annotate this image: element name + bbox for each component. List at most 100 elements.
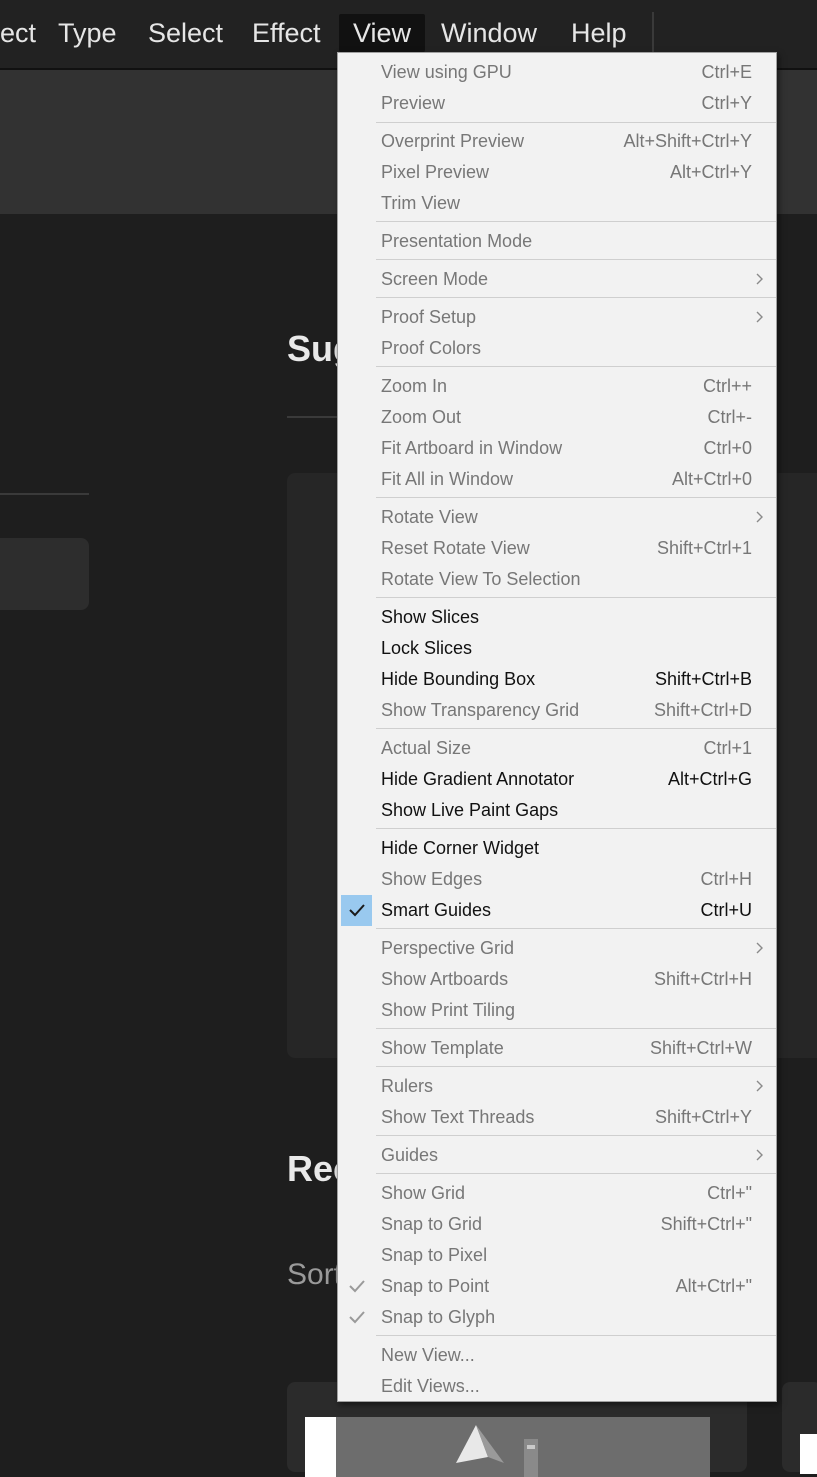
menu-item-show-transparency-grid[interactable]: Show Transparency Grid Shift+Ctrl+D (338, 695, 776, 726)
menu-item-fit-all-in-window[interactable]: Fit All in Window Alt+Ctrl+0 (338, 464, 776, 495)
menu-item-hide-bounding-box[interactable]: Hide Bounding Box Shift+Ctrl+B (338, 664, 776, 695)
menu-item-fit-artboard-in-window[interactable]: Fit Artboard in Window Ctrl+0 (338, 433, 776, 464)
menu-object[interactable]: ect (0, 14, 50, 52)
menu-item-shortcut: Ctrl+- (707, 407, 753, 427)
menu-item-smart-guides[interactable]: Smart Guides Ctrl+U (338, 895, 776, 926)
menu-item-show-grid[interactable]: Show Grid Ctrl+" (338, 1178, 776, 1209)
menu-item-label: Reset Rotate View (381, 538, 530, 558)
menu-item-show-edges[interactable]: Show Edges Ctrl+H (338, 864, 776, 895)
menu-effect[interactable]: Effect (238, 14, 335, 52)
menu-item-rulers[interactable]: Rulers (338, 1071, 776, 1102)
menu-type[interactable]: Type (44, 14, 131, 52)
menu-help[interactable]: Help (557, 14, 641, 52)
menu-separator (376, 497, 776, 498)
menu-item-shortcut: Shift+Ctrl+H (653, 969, 752, 989)
menu-separator (376, 366, 776, 367)
menu-item-actual-size[interactable]: Actual Size Ctrl+1 (338, 733, 776, 764)
menu-item-shortcut: Ctrl+H (700, 869, 752, 889)
menu-item-label: Snap to Point (381, 1276, 490, 1296)
menu-item-label: Hide Corner Widget (381, 838, 540, 858)
menu-item-label: Presentation Mode (381, 231, 533, 251)
menu-item-label: View using GPU (381, 62, 512, 82)
menu-separator (376, 728, 776, 729)
search-box[interactable] (0, 538, 89, 610)
menu-item-label: Show Transparency Grid (381, 700, 580, 720)
menu-item-show-artboards[interactable]: Show Artboards Shift+Ctrl+H (338, 964, 776, 995)
menu-item-shortcut: Shift+Ctrl+1 (656, 538, 752, 558)
menu-item-show-text-threads[interactable]: Show Text Threads Shift+Ctrl+Y (338, 1102, 776, 1133)
menu-item-pixel-preview[interactable]: Pixel Preview Alt+Ctrl+Y (338, 157, 776, 188)
sort-label[interactable]: Sort (287, 1258, 342, 1292)
menu-item-label: Preview (381, 93, 446, 113)
menu-separator (376, 597, 776, 598)
menu-item-label: Fit All in Window (381, 469, 514, 489)
menu-item-zoom-in[interactable]: Zoom In Ctrl++ (338, 371, 776, 402)
menu-item-snap-to-grid[interactable]: Snap to Grid Shift+Ctrl+" (338, 1209, 776, 1240)
menu-item-proof-setup[interactable]: Proof Setup (338, 302, 776, 333)
menu-separator (376, 1028, 776, 1029)
menu-item-snap-to-glyph[interactable]: Snap to Glyph (338, 1302, 776, 1333)
menu-select[interactable]: Select (134, 14, 237, 52)
menu-item-label: Lock Slices (381, 638, 473, 658)
menu-item-overprint-preview[interactable]: Overprint Preview Alt+Shift+Ctrl+Y (338, 126, 776, 157)
menu-item-label: Guides (381, 1145, 439, 1165)
menu-separator (376, 1135, 776, 1136)
menu-separator (376, 297, 776, 298)
menu-item-show-print-tiling[interactable]: Show Print Tiling (338, 995, 776, 1026)
menu-item-snap-to-pixel[interactable]: Snap to Pixel (338, 1240, 776, 1271)
menu-separator (376, 221, 776, 222)
menu-item-proof-colors[interactable]: Proof Colors (338, 333, 776, 364)
menu-item-label: Show Artboards (381, 969, 509, 989)
menu-item-edit-views[interactable]: Edit Views... (338, 1371, 776, 1402)
menu-item-label: Fit Artboard in Window (381, 438, 563, 458)
menu-item-shortcut: Alt+Shift+Ctrl+Y (623, 131, 752, 151)
menu-item-trim-view[interactable]: Trim View (338, 188, 776, 219)
menu-item-label: Rotate View (381, 507, 478, 527)
menu-item-guides[interactable]: Guides (338, 1140, 776, 1171)
menu-item-presentation-mode[interactable]: Presentation Mode (338, 226, 776, 257)
chevron-right-icon (752, 272, 766, 286)
menu-item-reset-rotate-view[interactable]: Reset Rotate View Shift+Ctrl+1 (338, 533, 776, 564)
menu-item-zoom-out[interactable]: Zoom Out Ctrl+- (338, 402, 776, 433)
menu-item-lock-slices[interactable]: Lock Slices (338, 633, 776, 664)
menu-item-show-template[interactable]: Show Template Shift+Ctrl+W (338, 1033, 776, 1064)
menu-item-perspective-grid[interactable]: Perspective Grid (338, 933, 776, 964)
menu-item-shortcut: Ctrl+1 (703, 738, 752, 758)
menu-separator (376, 122, 776, 123)
menu-separator (376, 259, 776, 260)
menu-item-shortcut: Ctrl+Y (701, 93, 752, 113)
menu-item-label: Show Text Threads (381, 1107, 535, 1127)
menu-item-label: Actual Size (381, 738, 472, 758)
menu-view[interactable]: View (339, 14, 425, 52)
menu-item-shortcut: Alt+Ctrl+" (675, 1276, 752, 1296)
menu-item-screen-mode[interactable]: Screen Mode (338, 264, 776, 295)
menu-item-preview[interactable]: Preview Ctrl+Y (338, 88, 776, 119)
menu-item-shortcut: Alt+Ctrl+Y (669, 162, 752, 182)
menu-item-hide-corner-widget[interactable]: Hide Corner Widget (338, 833, 776, 864)
menu-item-label: Snap to Grid (381, 1214, 483, 1234)
menu-item-hide-gradient-annotator[interactable]: Hide Gradient Annotator Alt+Ctrl+G (338, 764, 776, 795)
chevron-right-icon (752, 310, 766, 324)
menu-item-show-live-paint-gaps[interactable]: Show Live Paint Gaps (338, 795, 776, 826)
menu-item-snap-to-point[interactable]: Snap to Point Alt+Ctrl+" (338, 1271, 776, 1302)
menu-item-label: Hide Bounding Box (381, 669, 536, 689)
menu-item-new-view[interactable]: New View... (338, 1340, 776, 1371)
menu-item-rotate-view-to-selection[interactable]: Rotate View To Selection (338, 564, 776, 595)
menu-item-shortcut: Alt+Ctrl+0 (671, 469, 752, 489)
menu-item-shortcut: Alt+Ctrl+G (667, 769, 752, 789)
menu-item-shortcut: Ctrl++ (702, 376, 752, 396)
checkmark-icon (341, 895, 372, 926)
menu-item-label: Show Edges (381, 869, 483, 889)
menu-separator (376, 928, 776, 929)
menu-item-view-using-gpu[interactable]: View using GPU Ctrl+E (338, 57, 776, 88)
menu-item-label: Proof Colors (381, 338, 482, 358)
menu-item-label: Snap to Glyph (381, 1307, 496, 1327)
recent-file-card[interactable] (782, 1382, 817, 1474)
menu-item-label: Hide Gradient Annotator (381, 769, 575, 789)
menu-item-label: Overprint Preview (381, 131, 525, 151)
menu-item-shortcut: Ctrl+" (707, 1183, 752, 1203)
menu-item-shortcut: Ctrl+E (701, 62, 752, 82)
menu-window[interactable]: Window (427, 14, 551, 52)
menu-item-rotate-view[interactable]: Rotate View (338, 502, 776, 533)
menu-item-show-slices[interactable]: Show Slices (338, 602, 776, 633)
